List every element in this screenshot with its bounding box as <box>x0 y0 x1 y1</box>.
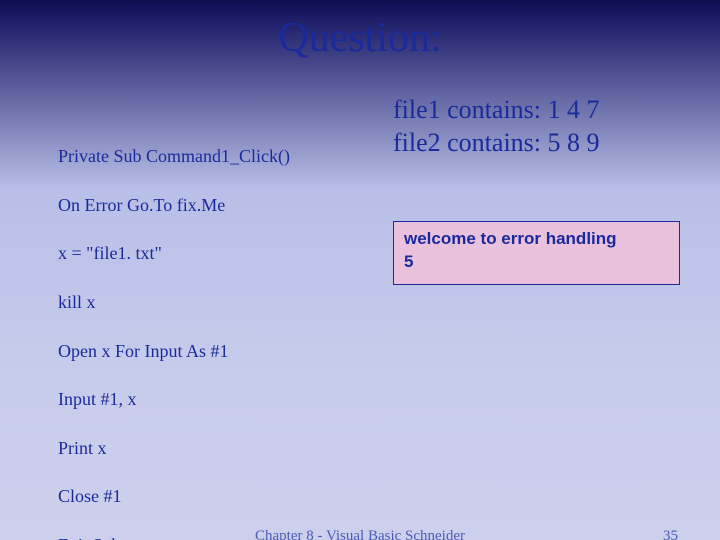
file-info-line: file2 contains: 5 8 9 <box>393 127 680 160</box>
slide: Question: Private Sub Command1_Click() O… <box>0 0 720 540</box>
code-line: Close #1 <box>58 484 383 508</box>
code-line: Print x <box>58 436 383 460</box>
output-line: welcome to error handling <box>404 228 669 251</box>
page-number: 35 <box>663 528 678 540</box>
output-line: 5 <box>404 251 669 274</box>
code-block: Private Sub Command1_Click() On Error Go… <box>58 94 383 540</box>
code-line: Private Sub Command1_Click() <box>58 144 383 168</box>
code-line: On Error Go.To fix.Me <box>58 193 383 217</box>
code-line: kill x <box>58 290 383 314</box>
slide-title: Question: <box>0 14 720 62</box>
code-line: Input #1, x <box>58 387 383 411</box>
code-line: Open x For Input As #1 <box>58 339 383 363</box>
footer-text: Chapter 8 - Visual Basic Schneider <box>255 528 465 540</box>
content-area: Private Sub Command1_Click() On Error Go… <box>58 94 680 540</box>
output-box: welcome to error handling 5 <box>393 221 680 285</box>
code-line: x = "file1. txt" <box>58 241 383 265</box>
right-column: file1 contains: 1 4 7 file2 contains: 5 … <box>383 94 680 540</box>
file-info: file1 contains: 1 4 7 file2 contains: 5 … <box>393 94 680 159</box>
file-info-line: file1 contains: 1 4 7 <box>393 94 680 127</box>
